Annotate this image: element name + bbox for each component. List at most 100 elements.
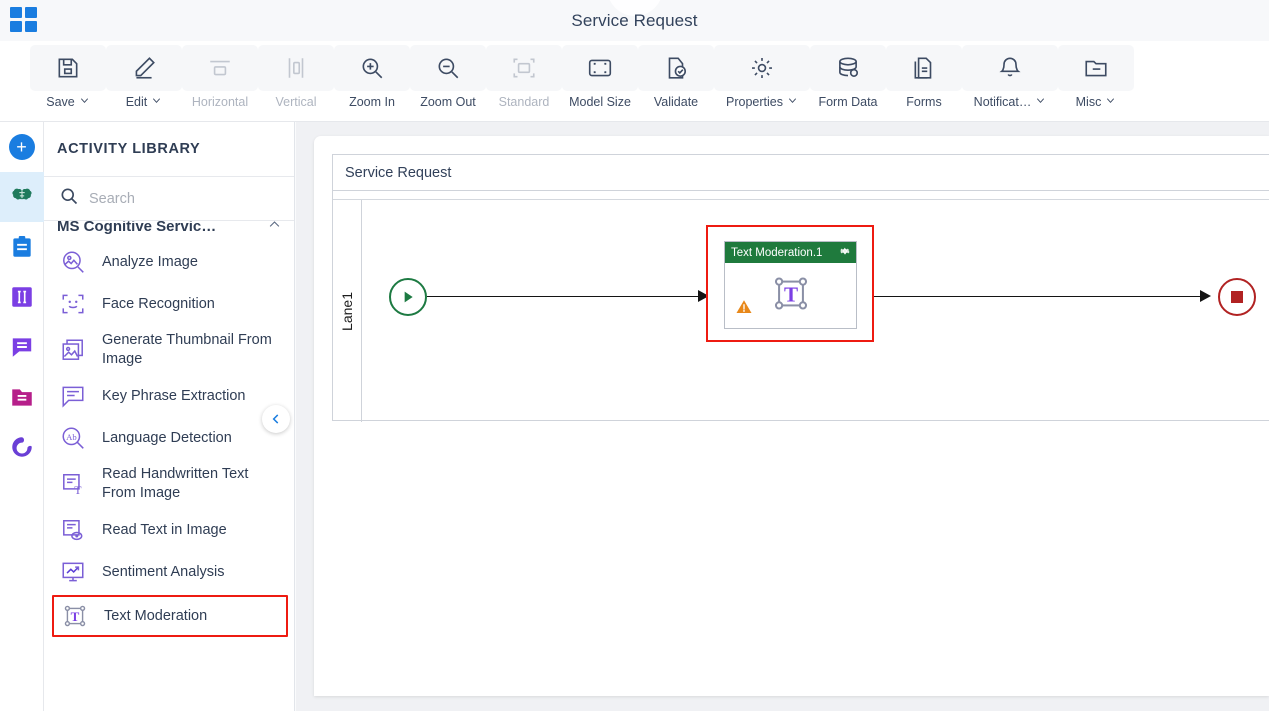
notifications-button[interactable]: Notificat…	[962, 45, 1058, 117]
diagram-canvas[interactable]: Service Request Lane1 Text Moderation.1 …	[296, 122, 1269, 711]
vertical-label: Vertical	[275, 95, 317, 109]
start-event[interactable]	[389, 278, 427, 316]
lane-label-text: Lane1	[339, 291, 355, 331]
language-icon: Ab	[58, 425, 88, 451]
sentiment-icon	[58, 559, 88, 585]
svg-text:T: T	[783, 282, 797, 306]
properties-label: Properties	[726, 95, 783, 109]
activity-sentiment-analysis[interactable]: Sentiment Analysis	[44, 551, 294, 593]
cognitive-section-button[interactable]	[0, 172, 44, 222]
zoom-in-label: Zoom In	[349, 95, 395, 109]
lane: Lane1 Text Moderation.1 T	[333, 199, 1269, 422]
misc-button[interactable]: Misc	[1058, 45, 1134, 117]
activity-label: Read Text in Image	[102, 521, 227, 538]
activity-label: Analyze Image	[102, 253, 198, 270]
pool-title: Service Request	[333, 155, 1269, 191]
handwritten-icon: T	[58, 471, 88, 497]
page-title: Service Request	[571, 10, 698, 30]
forms-button[interactable]: Forms	[886, 45, 962, 117]
columns-icon	[11, 287, 32, 307]
title-bar: Service Request	[0, 0, 1269, 41]
save-button[interactable]: Save	[30, 45, 106, 117]
activity-read-handwritten-text-from-image[interactable]: T Read Handwritten Text From Image	[44, 459, 294, 509]
zoom-out-button[interactable]: Zoom Out	[410, 45, 486, 117]
horizontal-button[interactable]: Horizontal	[182, 45, 258, 117]
edit-button[interactable]: Edit	[106, 45, 182, 117]
play-icon	[404, 291, 413, 303]
validate-button[interactable]: Validate	[638, 45, 714, 117]
svg-text:Ab: Ab	[66, 432, 77, 442]
task-node-header: Text Moderation.1	[725, 242, 856, 263]
activity-library-panel: ACTIVITY LIBRARY MS Cognitive Servic…	[44, 122, 295, 711]
activity-key-phrase-extraction[interactable]: Key Phrase Extraction	[44, 375, 294, 417]
activity-label: Face Recognition	[102, 295, 215, 312]
validate-icon	[638, 45, 714, 91]
lane-label: Lane1	[333, 200, 362, 422]
standard-icon	[486, 45, 562, 91]
activity-analyze-image[interactable]: Analyze Image	[44, 241, 294, 283]
sequence-flow-2-arrowhead	[1200, 290, 1211, 302]
activity-generate-thumbnail-from-image[interactable]: Generate Thumbnail From Image	[44, 325, 294, 375]
task-node-body: T	[725, 263, 856, 329]
database-icon	[810, 45, 886, 91]
flow-area: Text Moderation.1 T	[362, 200, 1269, 422]
save-icon	[30, 45, 106, 91]
process-pool: Service Request Lane1 Text Moderation.1 …	[332, 154, 1269, 422]
zoom-in-button[interactable]: Zoom In	[334, 45, 410, 117]
task-node-title: Text Moderation.1	[731, 246, 823, 259]
forms-label: Forms	[906, 95, 942, 109]
data-section-button[interactable]	[0, 272, 44, 322]
search-input[interactable]	[89, 190, 269, 207]
vertical-button[interactable]: Vertical	[258, 45, 334, 117]
activity-face-recognition[interactable]: Face Recognition	[44, 283, 294, 325]
face-icon	[58, 291, 88, 317]
search-icon	[59, 186, 79, 211]
activity-language-detection[interactable]: Ab Language Detection	[44, 417, 294, 459]
folder-icon	[11, 389, 32, 406]
bell-icon	[962, 45, 1058, 91]
thumbnail-icon	[58, 337, 88, 363]
folder-icon	[1058, 45, 1134, 91]
standard-label: Standard	[498, 95, 550, 109]
add-button[interactable]: +	[0, 122, 44, 172]
key-phrase-icon	[58, 383, 88, 409]
messages-section-button[interactable]	[0, 322, 44, 372]
svg-text:T: T	[71, 609, 80, 624]
edit-label: Edit	[125, 95, 148, 109]
chevron-down-icon	[151, 95, 162, 109]
end-event[interactable]	[1218, 278, 1256, 316]
task-node-text-moderation[interactable]: Text Moderation.1 T	[724, 241, 857, 329]
brain-icon	[11, 188, 32, 200]
text-moderation-icon: T	[60, 603, 90, 629]
activity-text-moderation[interactable]: T Text Moderation	[52, 595, 288, 637]
model-size-button[interactable]: Model Size	[562, 45, 638, 117]
validate-label: Validate	[653, 95, 699, 109]
collapse-panel-button[interactable]	[262, 405, 290, 433]
left-rail: +	[0, 122, 44, 711]
activity-label: Text Moderation	[104, 607, 208, 624]
gear-icon	[714, 45, 810, 91]
forms-section-button[interactable]	[0, 222, 44, 272]
standard-button[interactable]: Standard	[486, 45, 562, 117]
notifications-label: Notificat…	[973, 95, 1032, 109]
app-logo[interactable]	[0, 422, 44, 472]
chevron-down-icon	[79, 95, 90, 109]
form-data-button[interactable]: Form Data	[810, 45, 886, 117]
files-section-button[interactable]	[0, 372, 44, 422]
properties-button[interactable]: Properties	[714, 45, 810, 117]
stop-square-icon	[1231, 291, 1243, 303]
activity-label: Language Detection	[102, 429, 232, 446]
activity-read-text-in-image[interactable]: Read Text in Image	[44, 509, 294, 551]
selected-node-outline[interactable]: Text Moderation.1 T	[706, 225, 874, 342]
text-moderation-icon: T	[769, 272, 813, 321]
horizontal-label: Horizontal	[191, 95, 249, 109]
plus-icon: +	[8, 134, 35, 160]
activity-label: Sentiment Analysis	[102, 563, 225, 580]
chevron-down-icon	[787, 95, 798, 109]
gear-icon[interactable]	[839, 244, 851, 262]
clipboard-icon	[12, 235, 31, 257]
activity-label: Generate Thumbnail From Image	[102, 332, 272, 367]
save-label: Save	[46, 95, 75, 109]
activity-label: Key Phrase Extraction	[102, 387, 246, 404]
pencil-icon	[106, 45, 182, 91]
